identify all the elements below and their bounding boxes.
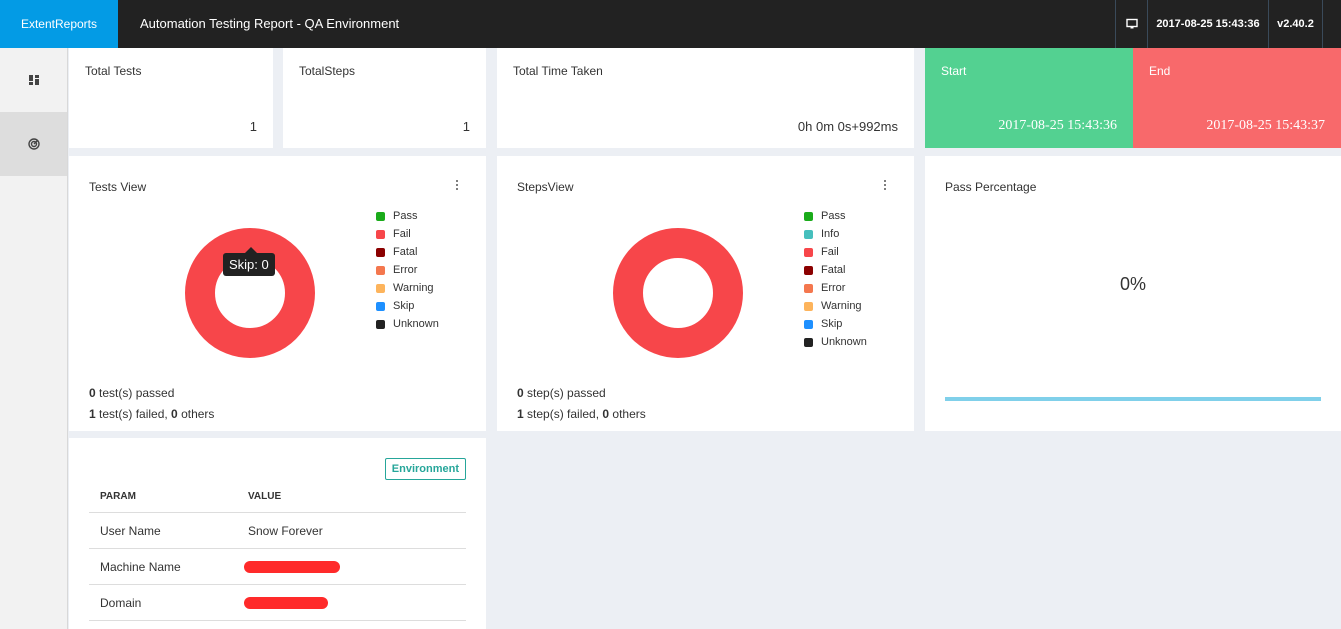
sidebar-item-dashboard[interactable] xyxy=(0,48,67,112)
analysis-icon xyxy=(27,138,40,150)
steps-donut-chart[interactable] xyxy=(613,228,743,358)
total-steps-value: 1 xyxy=(462,119,470,134)
param-column-header: PARAM xyxy=(89,478,237,513)
start-value: 2017-08-25 15:43:36 xyxy=(998,118,1117,133)
report-title: Automation Testing Report - QA Environme… xyxy=(140,16,400,31)
pass-percentage-progress xyxy=(945,397,1321,401)
steps-donut-fail-slice[interactable] xyxy=(613,228,743,358)
legend-item-error[interactable]: Error xyxy=(804,279,867,297)
steps-view-title: StepsView xyxy=(517,180,574,194)
steps-view-legend: Pass Info Fail Fatal Error Warning Skip … xyxy=(804,207,867,351)
pass-percentage-title: Pass Percentage xyxy=(945,180,1037,194)
pass-percentage-panel: Pass Percentage 0% xyxy=(925,156,1341,431)
monitor-icon xyxy=(1125,18,1138,29)
legend-item-fail[interactable]: Fail xyxy=(376,225,439,243)
total-tests-label: Total Tests xyxy=(85,64,142,78)
param-cell: User Name xyxy=(89,512,237,549)
total-steps-label: TotalSteps xyxy=(299,64,356,78)
tests-view-panel: Tests View Pass Fail Fatal Error Warning… xyxy=(69,156,486,431)
environment-table: PARAM VALUE User Name Snow Forever Machi… xyxy=(89,478,466,621)
table-row: User Name Snow Forever xyxy=(89,512,466,549)
legend-swatch xyxy=(376,265,385,275)
pass-percentage-progress-fill xyxy=(945,397,1321,401)
legend-swatch xyxy=(376,319,385,329)
legend-swatch xyxy=(376,283,385,293)
table-row: Domain xyxy=(89,584,466,621)
tests-view-legend: Pass Fail Fatal Error Warning Skip Unkno… xyxy=(376,207,439,333)
end-value: 2017-08-25 15:43:37 xyxy=(1206,118,1325,133)
legend-swatch xyxy=(804,301,813,311)
param-cell: Machine Name xyxy=(89,548,237,585)
end-time-card: End 2017-08-25 15:43:37 xyxy=(1133,48,1341,148)
environment-panel: Environment PARAM VALUE User Name Snow F… xyxy=(69,438,486,629)
top-navbar: ExtentReports Automation Testing Report … xyxy=(0,0,1341,48)
redacted-value xyxy=(244,561,340,574)
legend-swatch xyxy=(804,229,813,239)
steps-passed-summary: 0 step(s) passed xyxy=(517,386,606,400)
legend-swatch xyxy=(804,337,813,347)
value-cell: Snow Forever xyxy=(237,512,466,549)
total-time-label: Total Time Taken xyxy=(513,64,603,78)
param-cell: Domain xyxy=(89,584,237,621)
top-right-info: 2017-08-25 15:43:36 v2.40.2 xyxy=(1115,0,1341,48)
tests-view-menu-button[interactable] xyxy=(454,180,460,194)
legend-swatch xyxy=(376,211,385,221)
more-vertical-icon xyxy=(456,180,458,182)
value-cell xyxy=(237,548,466,585)
value-column-header: VALUE xyxy=(237,478,466,513)
legend-item-pass[interactable]: Pass xyxy=(804,207,867,225)
table-header-row: PARAM VALUE xyxy=(89,478,466,513)
brand-logo[interactable]: ExtentReports xyxy=(0,0,118,48)
total-time-value: 0h 0m 0s+992ms xyxy=(797,119,898,134)
legend-swatch xyxy=(376,301,385,311)
legend-item-unknown[interactable]: Unknown xyxy=(804,333,867,351)
start-time-card: Start 2017-08-25 15:43:36 xyxy=(925,48,1133,148)
legend-item-fatal[interactable]: Fatal xyxy=(376,243,439,261)
legend-item-info[interactable]: Info xyxy=(804,225,867,243)
report-version: v2.40.2 xyxy=(1268,0,1323,48)
legend-item-pass[interactable]: Pass xyxy=(376,207,439,225)
steps-failed-summary: 1 step(s) failed, 0 others xyxy=(517,407,646,421)
legend-swatch xyxy=(376,247,385,257)
steps-view-panel: StepsView Pass Info Fail Fatal Error War… xyxy=(497,156,914,431)
environment-badge: Environment xyxy=(384,458,466,480)
legend-item-unknown[interactable]: Unknown xyxy=(376,315,439,333)
legend-item-fail[interactable]: Fail xyxy=(804,243,867,261)
start-label: Start xyxy=(941,64,967,78)
more-vertical-icon xyxy=(884,180,886,182)
legend-swatch xyxy=(804,211,813,221)
legend-item-error[interactable]: Error xyxy=(376,261,439,279)
legend-swatch xyxy=(804,265,813,275)
total-steps-card: TotalSteps 1 xyxy=(283,48,486,148)
table-row: Machine Name xyxy=(89,548,466,585)
chart-tooltip: Skip: 0 xyxy=(223,247,275,276)
tests-view-title: Tests View xyxy=(89,180,147,194)
legend-item-skip[interactable]: Skip xyxy=(376,297,439,315)
sidebar-item-analysis[interactable] xyxy=(0,112,67,176)
redacted-value xyxy=(244,597,328,610)
monitor-button[interactable] xyxy=(1115,0,1147,48)
tests-passed-summary: 0 test(s) passed xyxy=(89,386,175,400)
dashboard-icon xyxy=(28,75,39,85)
tests-failed-summary: 1 test(s) failed, 0 others xyxy=(89,407,215,421)
total-time-card: Total Time Taken 0h 0m 0s+992ms xyxy=(497,48,914,148)
legend-item-fatal[interactable]: Fatal xyxy=(804,261,867,279)
value-cell xyxy=(237,584,466,621)
total-tests-value: 1 xyxy=(249,119,257,134)
steps-view-menu-button[interactable] xyxy=(882,180,888,194)
sidebar xyxy=(0,48,68,629)
legend-item-skip[interactable]: Skip xyxy=(804,315,867,333)
legend-item-warning[interactable]: Warning xyxy=(804,297,867,315)
legend-item-warning[interactable]: Warning xyxy=(376,279,439,297)
report-datetime: 2017-08-25 15:43:36 xyxy=(1147,0,1268,48)
end-label: End xyxy=(1149,64,1171,78)
legend-swatch xyxy=(804,247,813,257)
legend-swatch xyxy=(804,319,813,329)
legend-swatch xyxy=(376,229,385,239)
legend-swatch xyxy=(804,283,813,293)
total-tests-card: Total Tests 1 xyxy=(69,48,273,148)
pass-percentage-value: 0% xyxy=(1119,274,1146,294)
